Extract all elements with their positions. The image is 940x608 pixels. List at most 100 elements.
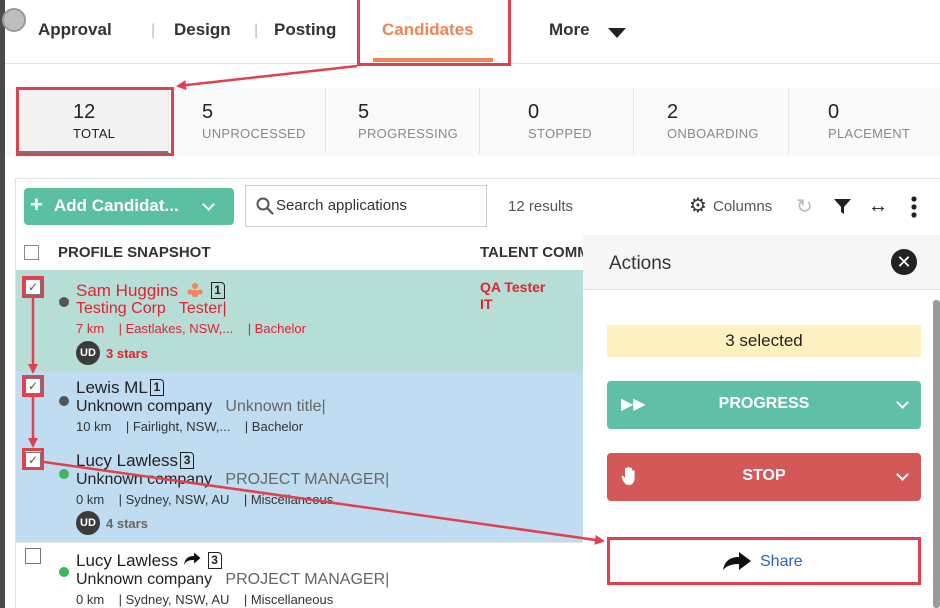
stop-label: STOP [742,467,786,484]
candidate-company-title: Unknown company Unknown title| [76,398,326,415]
status-dot [59,469,69,479]
document-count-badge: 3 [207,552,222,569]
candidate-company: Unknown company [76,398,213,415]
selection-count: 3 selected [607,325,921,357]
stat-progressing[interactable]: 5 PROGRESSING [326,88,480,154]
candidate-title: PROJECT MANAGER [225,471,386,488]
actions-title: Actions [609,253,672,274]
stat-label: ONBOARDING [667,126,759,141]
tab-design[interactable]: Design [174,20,231,40]
tab-more[interactable]: More [549,20,590,40]
stop-button[interactable]: STOP [607,453,921,501]
more-vertical-icon[interactable] [911,196,917,218]
candidate-title: Unknown title [225,398,322,415]
chevron-down-icon[interactable] [608,28,626,38]
stat-label: PLACEMENT [828,126,911,141]
filter-icon[interactable] [833,198,852,215]
candidate-company: Unknown company [76,471,213,488]
stat-onboarding[interactable]: 2 ONBOARDING [634,88,789,154]
candidate-details: 0 km | Sydney, NSW, AU | Miscellaneous [76,592,334,607]
stat-label: PROGRESSING [358,126,459,141]
stat-unprocessed[interactable]: 5 UNPROCESSED [169,88,326,154]
document-count-badge: 1 [149,379,164,396]
columns-label: Columns [713,198,773,215]
search-input[interactable] [274,196,479,215]
progress-label: PROGRESS [718,395,810,412]
tab-approval[interactable]: Approval [38,20,112,40]
add-candidate-label: Add Candidat... [54,196,179,215]
candidate-title: Tester [178,300,223,317]
avatar: UD [76,511,100,535]
gear-icon: ⚙ [689,195,707,217]
checkbox-highlight [22,375,44,397]
nav-separator: | [151,22,156,39]
expand-horizontal-icon[interactable]: ↔ [868,195,888,218]
search-field[interactable] [245,185,487,227]
nav-separator: | [254,22,259,39]
rating-text: 4 stars [106,516,148,531]
total-stat-highlight [16,87,174,156]
window-control-dot[interactable] [2,8,26,32]
status-dot [59,567,69,577]
candidate-title: PROJECT MANAGER [225,571,386,588]
talent-tag: IT [480,296,493,312]
stat-stopped[interactable]: 0 STOPPED [480,88,634,154]
stat-value: 2 [667,101,679,123]
share-button[interactable]: Share [607,537,921,585]
rating-text: 3 stars [106,346,148,361]
results-count: 12 results [508,198,574,215]
stat-label: STOPPED [528,126,592,141]
row-checkbox[interactable] [25,548,41,564]
candidate-name-text: Lewis ML [76,378,148,397]
candidate-details: 10 km | Fairlight, NSW,... | Bachelor [76,419,304,434]
tab-posting[interactable]: Posting [274,20,336,40]
column-header-profile[interactable]: PROFILE SNAPSHOT [58,244,211,261]
candidate-name[interactable]: Sam Huggins 1 [76,281,225,301]
status-dot [59,396,69,406]
status-dot [59,297,69,307]
stat-value: 0 [828,101,840,123]
candidate-details: 7 km | Eastlakes, NSW,... | Bachelor [76,321,306,336]
candidate-company: Unknown company [76,571,213,588]
people-icon [187,283,203,297]
share-icon [183,552,201,565]
candidates-tab-highlight [357,0,511,66]
column-header-talent[interactable]: TALENT COMM [480,244,590,261]
add-candidate-button[interactable]: + Add Candidat... [24,188,234,225]
actions-header: Actions ✕ [583,235,940,290]
arrow-tab-to-total [176,64,358,91]
candidate-name-text: Sam Huggins [76,281,179,300]
talent-tags: QA Tester IT [480,279,545,313]
candidate-name[interactable]: Lewis ML 1 [76,378,164,398]
document-count-badge: 3 [180,452,195,469]
candidate-company-title: Testing Corp Tester| [76,300,227,317]
avatar: UD [76,341,100,365]
plus-icon: + [30,192,43,217]
stat-placement[interactable]: 0 PLACEMENT [789,88,940,154]
candidate-company-title: Unknown company PROJECT MANAGER| [76,571,390,588]
candidate-name-text: Lucy Lawless [76,451,179,470]
candidate-name-text: Lucy Lawless [76,551,179,570]
candidate-company-title: Unknown company PROJECT MANAGER| [76,471,390,488]
talent-tag: QA Tester [480,279,546,295]
candidate-company: Testing Corp [76,300,166,317]
progress-button[interactable]: ▶▶ PROGRESS [607,381,921,429]
chevron-down-icon[interactable] [202,198,215,211]
search-icon [256,197,274,215]
close-icon[interactable]: ✕ [891,249,917,275]
checkbox-highlight [22,276,44,298]
actions-panel: Actions ✕ 3 selected ▶▶ PROGRESS STOP Sh… [583,235,940,608]
stat-value: 5 [358,101,370,123]
scrollbar[interactable] [933,300,940,608]
stat-value: 5 [202,101,214,123]
share-label: Share [760,553,803,570]
checkbox-highlight [22,448,44,470]
candidate-name[interactable]: Lucy Lawless 3 [76,451,195,471]
document-count-badge: 1 [210,282,225,299]
stat-label: UNPROCESSED [202,126,306,141]
select-all-checkbox[interactable] [24,245,39,260]
stat-value: 0 [528,101,540,123]
candidate-name[interactable]: Lucy Lawless 3 [76,551,222,571]
refresh-icon[interactable]: ↻ [796,194,813,219]
candidate-details: 0 km | Sydney, NSW, AU | Miscellaneous [76,492,334,507]
